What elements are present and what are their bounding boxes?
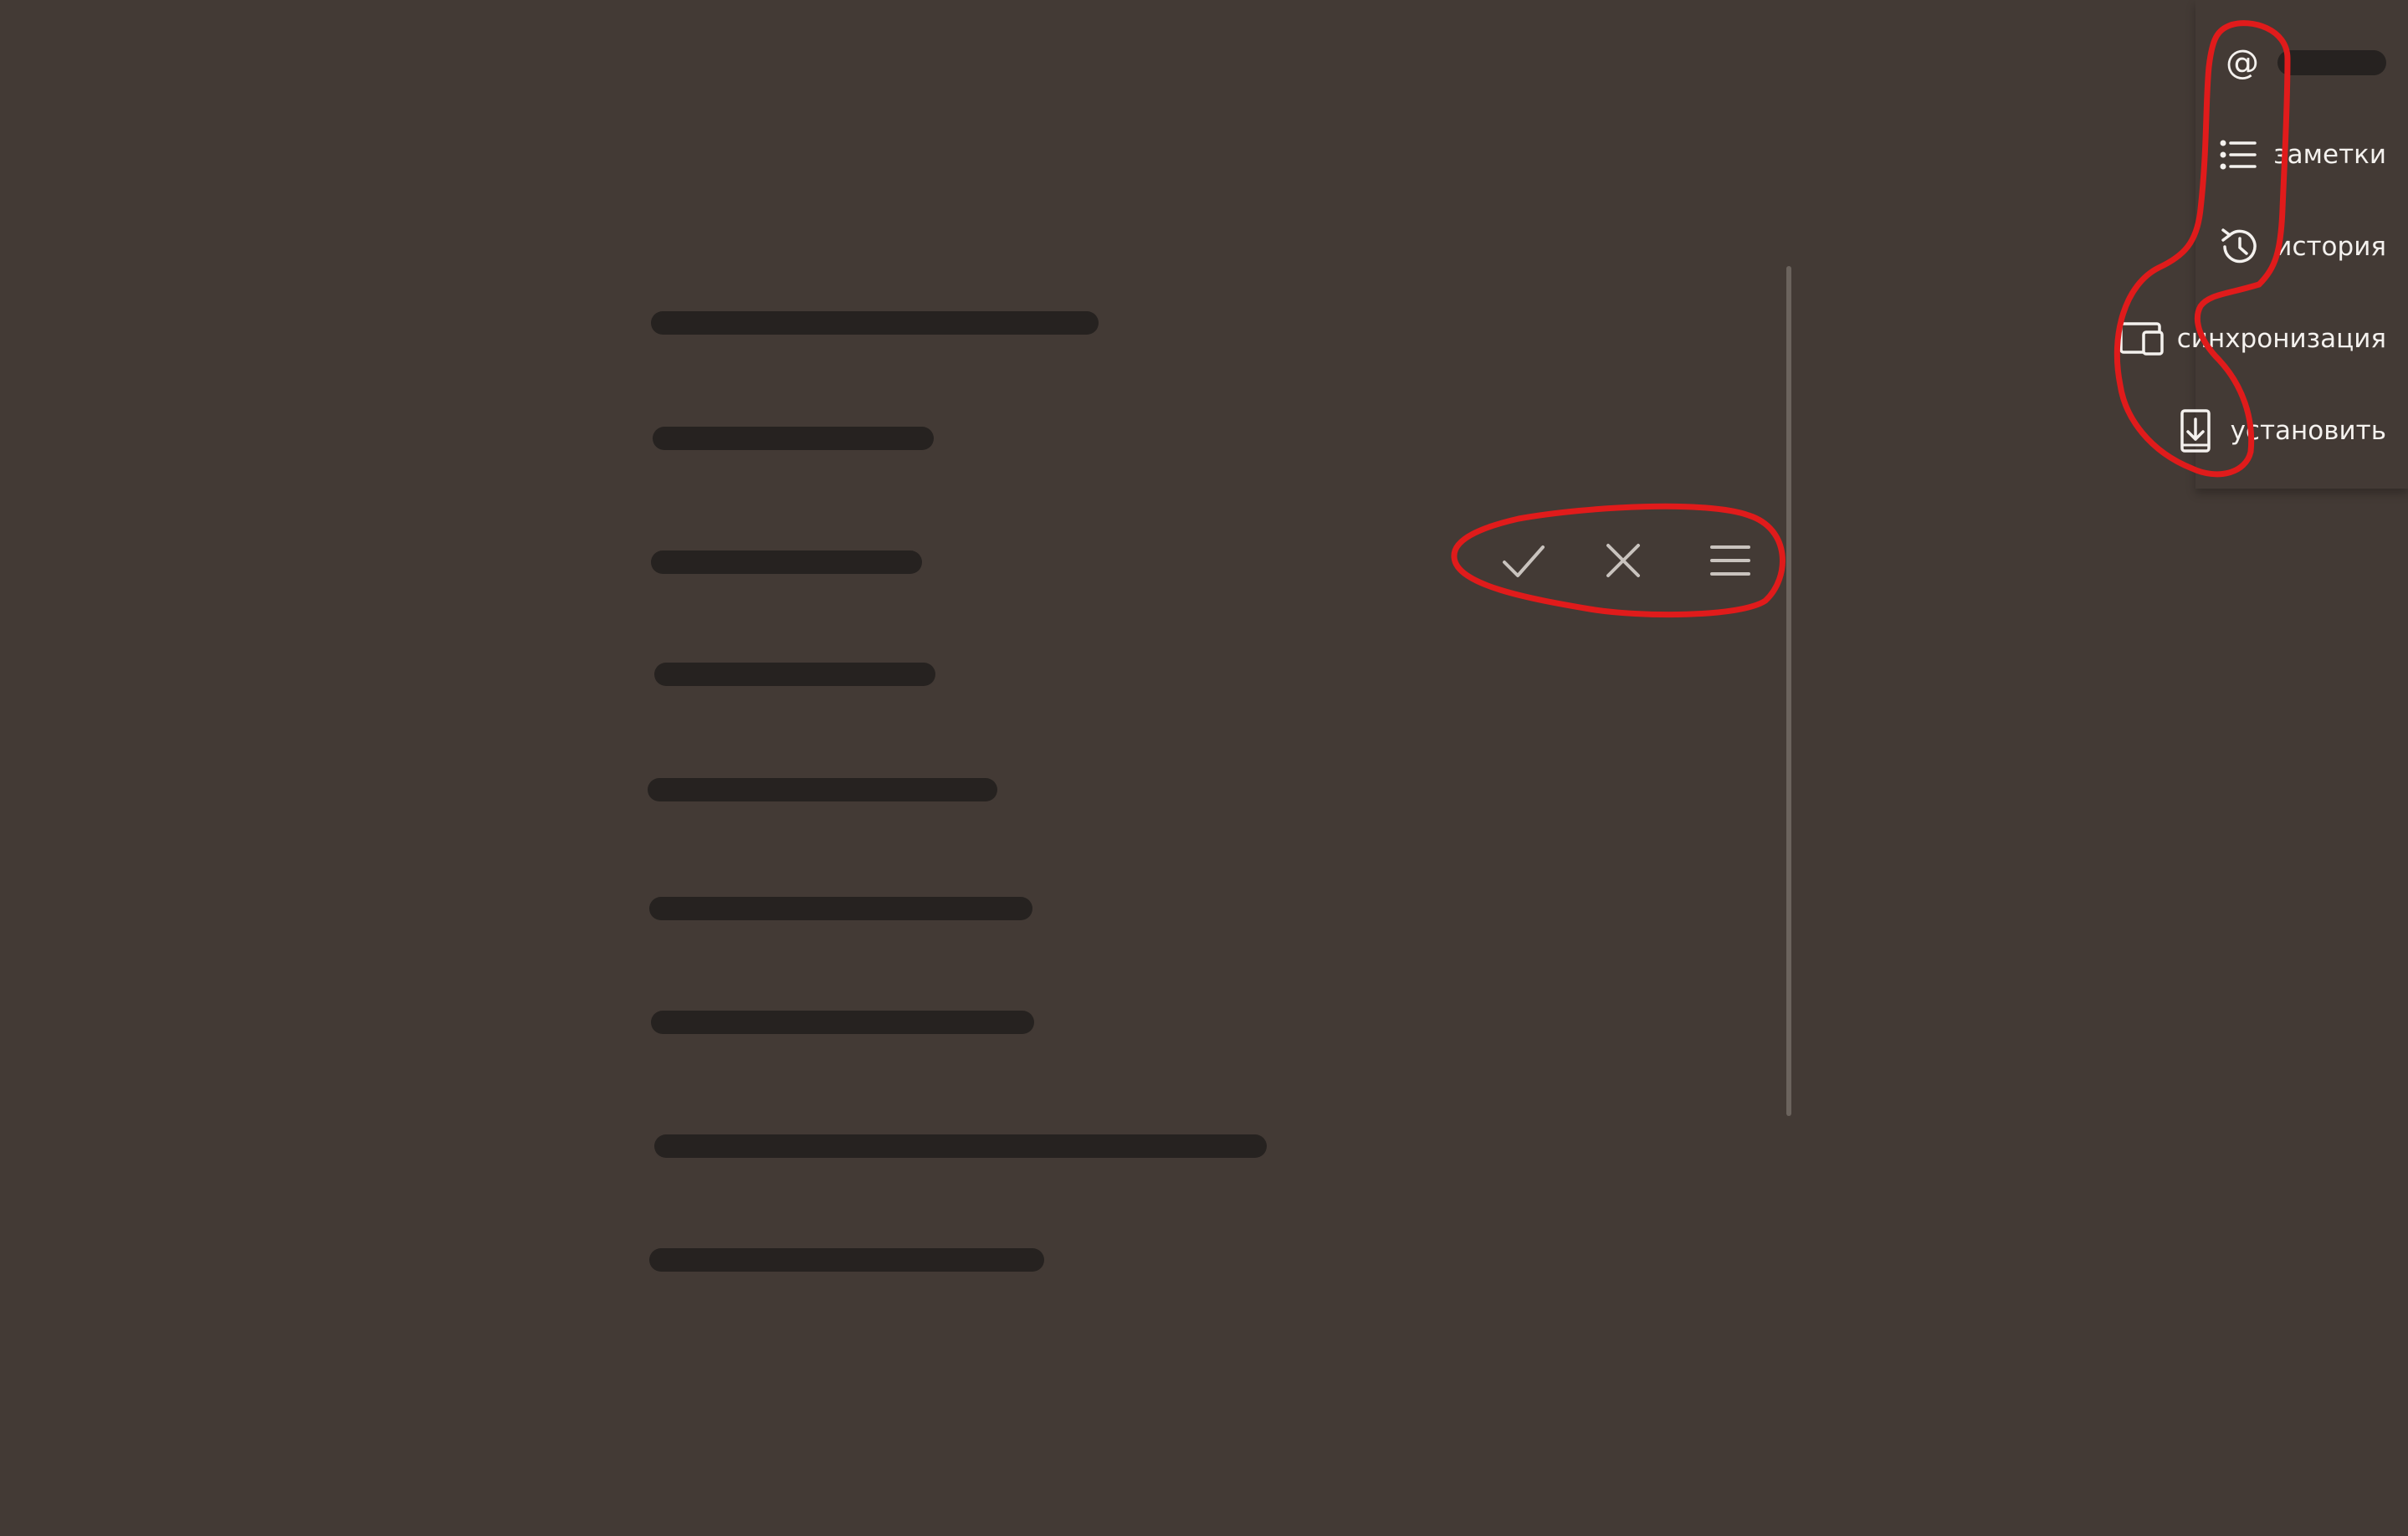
redaction-mark bbox=[654, 1134, 1267, 1158]
redaction-mark bbox=[651, 1011, 1034, 1034]
list-item[interactable] bbox=[649, 1243, 1044, 1277]
menu-item-label: история bbox=[2275, 232, 2386, 262]
close-icon bbox=[1606, 544, 1640, 577]
list-item[interactable] bbox=[651, 306, 1099, 340]
menu-item-install[interactable]: установить bbox=[2172, 402, 2386, 460]
history-icon bbox=[2216, 223, 2263, 270]
redaction-mark bbox=[649, 897, 1032, 920]
redaction-mark bbox=[651, 311, 1099, 335]
side-menu: @ заметки история синхронизация установи… bbox=[2119, 0, 2408, 489]
redaction-mark bbox=[653, 427, 934, 450]
redaction-mark bbox=[649, 1248, 1044, 1272]
cancel-button[interactable] bbox=[1598, 535, 1648, 586]
at-icon: @ bbox=[2219, 39, 2266, 86]
redaction-mark bbox=[651, 550, 922, 574]
confirm-button[interactable] bbox=[1498, 535, 1548, 586]
menu-item-label: заметки bbox=[2273, 140, 2386, 170]
devices-icon bbox=[2119, 315, 2165, 362]
install-icon bbox=[2172, 407, 2219, 454]
menu-item-label: синхронизация bbox=[2176, 324, 2386, 354]
note-toolbar bbox=[1464, 520, 1782, 601]
redaction-mark bbox=[654, 663, 935, 686]
list-item[interactable] bbox=[654, 658, 935, 691]
notes-list bbox=[0, 0, 2408, 1536]
list-item[interactable] bbox=[648, 773, 997, 806]
hamburger-icon bbox=[1710, 545, 1750, 576]
menu-item-label: установить bbox=[2230, 416, 2386, 446]
pane-divider[interactable] bbox=[1786, 266, 1791, 1116]
redaction-mark bbox=[2277, 50, 2386, 75]
menu-item-account[interactable]: @ bbox=[2219, 33, 2386, 92]
list-item[interactable] bbox=[653, 422, 934, 455]
menu-item-sync[interactable]: синхронизация bbox=[2119, 310, 2386, 368]
menu-item-notes[interactable]: заметки bbox=[2215, 125, 2386, 184]
list-item[interactable] bbox=[649, 892, 1032, 925]
list-item[interactable] bbox=[651, 1006, 1034, 1039]
list-icon bbox=[2215, 131, 2262, 178]
check-icon bbox=[1503, 545, 1545, 577]
svg-text:@: @ bbox=[2226, 44, 2259, 82]
menu-item-history[interactable]: история bbox=[2216, 218, 2386, 276]
menu-button[interactable] bbox=[1705, 535, 1755, 586]
list-item[interactable] bbox=[651, 545, 922, 579]
redaction-mark bbox=[648, 778, 997, 801]
list-item[interactable] bbox=[654, 1129, 1267, 1163]
